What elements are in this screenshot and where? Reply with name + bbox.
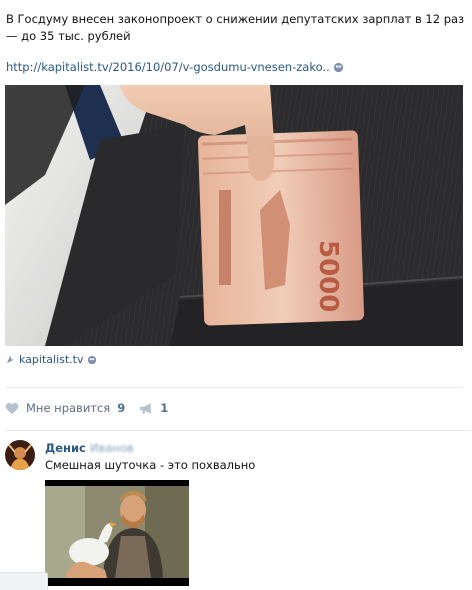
- link-info-icon: [333, 62, 343, 72]
- svg-text:5000: 5000: [313, 240, 343, 312]
- post-actions: Мне нравится 9 1: [5, 401, 182, 415]
- comment-photo[interactable]: [45, 480, 189, 586]
- comment-author[interactable]: Денис Иванов: [45, 441, 134, 455]
- chat-corner-tab[interactable]: [0, 572, 48, 590]
- share-button[interactable]: 1: [139, 401, 168, 415]
- post-link-text: http://kapitalist.tv/2016/10/07/v-gosdum…: [6, 60, 330, 74]
- heart-icon: [5, 402, 19, 414]
- post-source[interactable]: kapitalist.tv: [5, 353, 97, 366]
- post-link[interactable]: http://kapitalist.tv/2016/10/07/v-gosdum…: [6, 60, 344, 74]
- comments-divider: [5, 430, 471, 431]
- megaphone-icon: [140, 402, 151, 414]
- source-label: kapitalist.tv: [19, 353, 84, 366]
- comment-author-name: Денис: [45, 441, 86, 455]
- post-photo[interactable]: 5000: [5, 85, 463, 346]
- avatar-image: [5, 440, 35, 470]
- banknotes-in-pocket-photo: 5000: [5, 85, 463, 346]
- link-arrow-icon: [6, 355, 15, 364]
- post-divider: [5, 387, 463, 388]
- like-label: Мне нравится: [26, 401, 111, 415]
- share-count: 1: [160, 401, 169, 415]
- like-count: 9: [117, 401, 126, 415]
- source-info-icon: [87, 355, 96, 364]
- comment-text: Смешная шуточка - это похвально: [45, 458, 256, 472]
- post-text: В Госдуму внесен законопроект о снижении…: [6, 12, 465, 43]
- like-button[interactable]: Мне нравится 9: [5, 401, 125, 415]
- man-with-goose-photo: [45, 480, 189, 586]
- comment-author-surname: Иванов: [89, 441, 134, 455]
- avatar[interactable]: [5, 440, 35, 470]
